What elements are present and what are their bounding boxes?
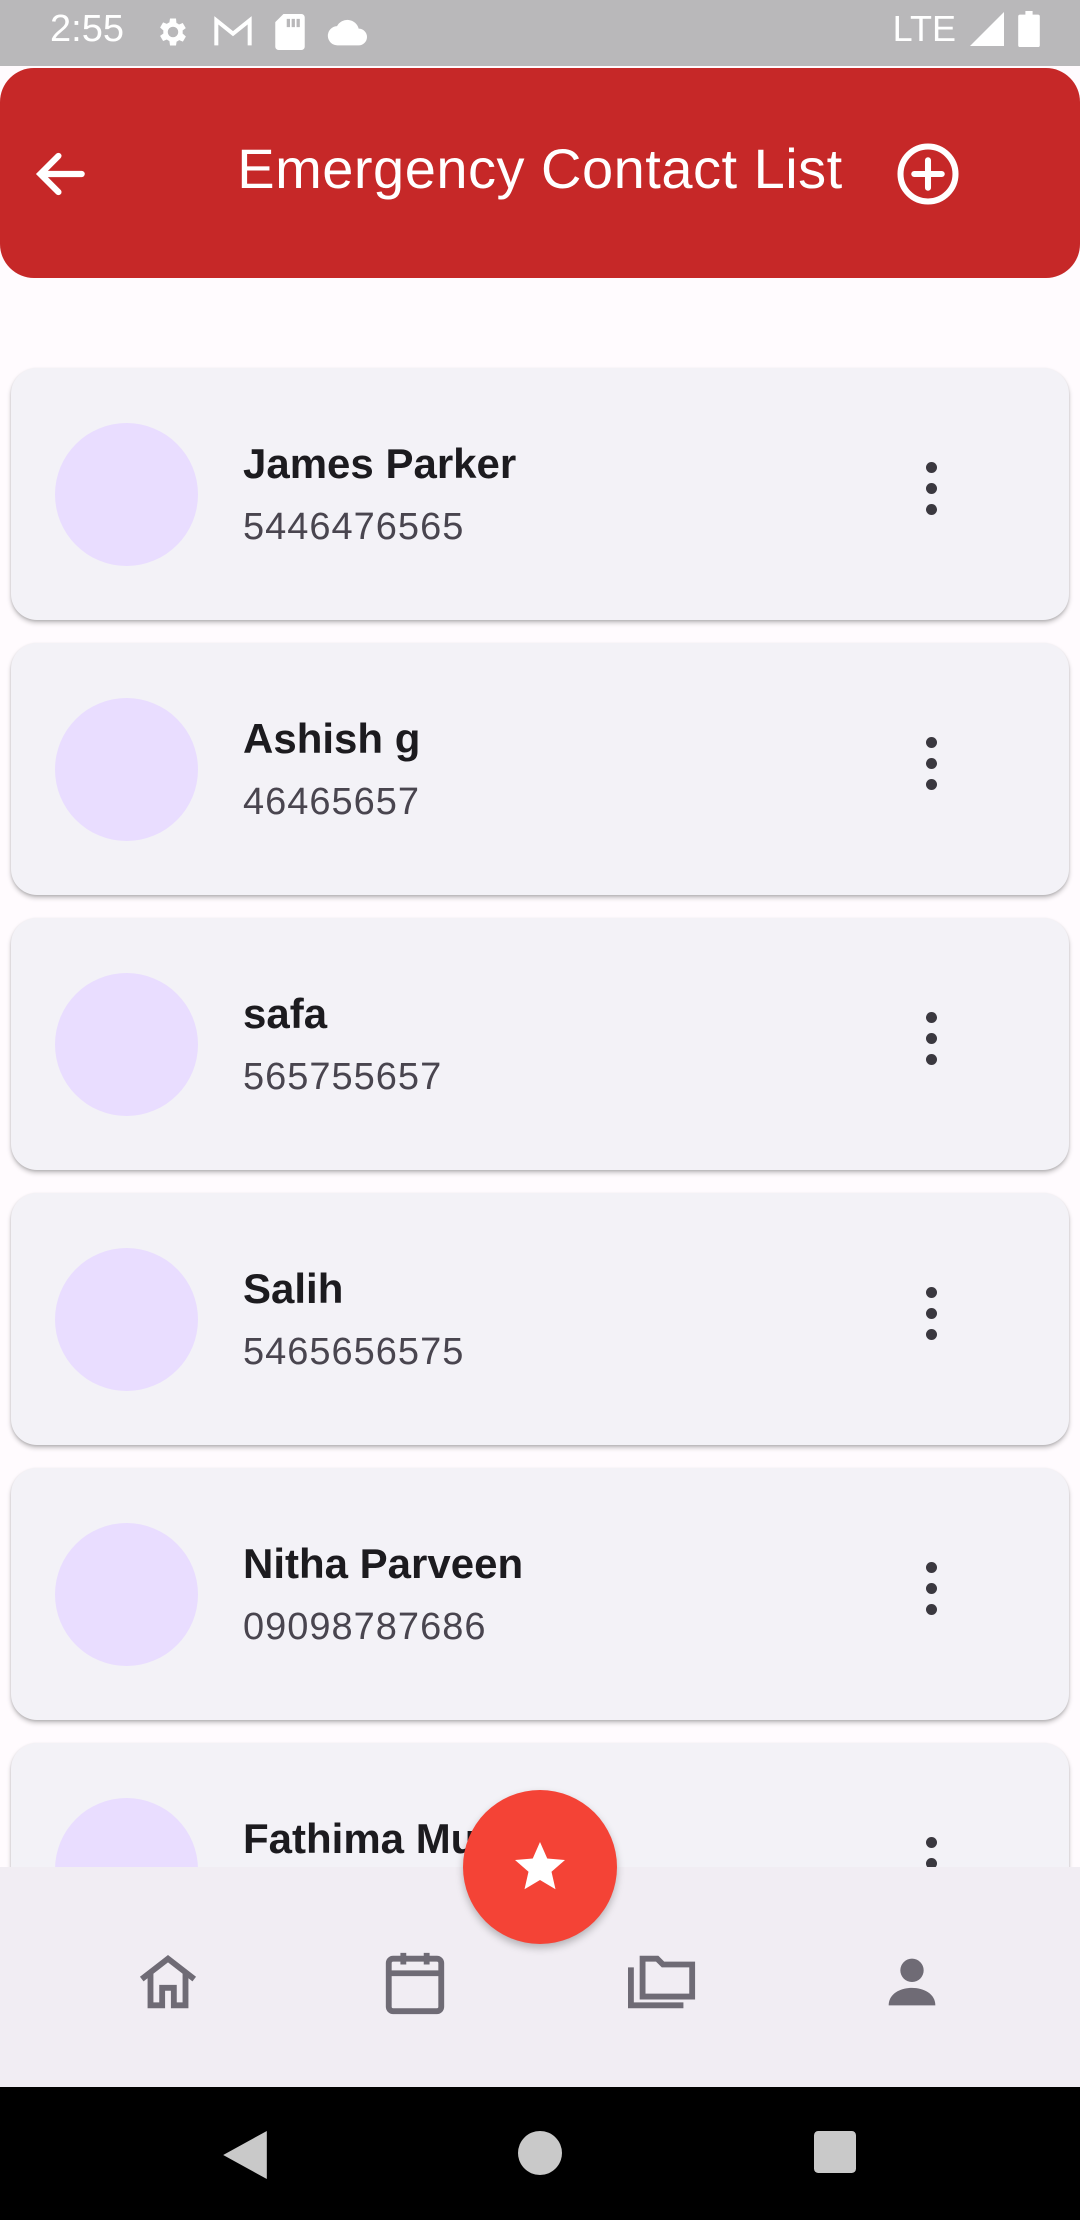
contact-list: James Parker 5446476565 Ashish g 4646565… [11,368,1069,2018]
calendar-icon[interactable] [380,1947,450,2017]
status-time: 2:55 [50,8,124,50]
avatar [55,1523,198,1666]
contact-name: James Parker [243,440,517,487]
folders-icon[interactable] [628,1947,698,2017]
home-circle-icon[interactable] [518,2131,562,2175]
contact-phone: 5446476565 [243,506,465,548]
sd-card-icon [275,14,305,50]
contact-name: Nitha Parveen [243,1540,524,1587]
more-vert-icon[interactable] [921,1012,941,1076]
more-vert-icon[interactable] [921,1287,941,1351]
more-vert-icon[interactable] [921,1562,941,1626]
more-vert-icon[interactable] [921,737,941,801]
star-icon [515,1842,565,1890]
cloud-icon [327,19,367,46]
avatar [55,698,198,841]
recents-icon[interactable] [814,2131,856,2173]
more-vert-icon[interactable] [921,462,941,526]
signal-icon [970,12,1004,46]
avatar [55,1248,198,1391]
contact-phone: 5465656575 [243,1331,465,1373]
contact-name: Salih [243,1265,344,1312]
battery-icon [1018,11,1040,47]
contact-name: safa [243,990,328,1037]
contact-card[interactable]: Salih 5465656575 [11,1193,1069,1445]
favorite-fab[interactable] [463,1790,617,1944]
add-circle-icon[interactable] [895,141,961,207]
contact-card[interactable]: Nitha Parveen 09098787686 [11,1468,1069,1720]
app-bar: Emergency Contact List [0,68,1080,278]
avatar [55,423,198,566]
person-icon[interactable] [877,1947,947,2017]
avatar [55,973,198,1116]
contact-card[interactable]: James Parker 5446476565 [11,368,1069,620]
home-icon[interactable] [133,1947,203,2017]
settings-icon [160,18,186,46]
contact-card[interactable]: safa 565755657 [11,918,1069,1170]
contact-phone: 565755657 [243,1056,443,1098]
status-bar: 2:55 LTE [0,0,1080,66]
back-icon[interactable] [222,2131,268,2179]
gmail-icon [214,16,252,46]
contact-card[interactable]: Ashish g 46465657 [11,643,1069,895]
contact-name: Ashish g [243,715,421,762]
system-navigation-bar [0,2087,1080,2220]
contact-phone: 46465657 [243,781,421,823]
network-type: LTE [892,8,956,49]
contact-phone: 09098787686 [243,1606,487,1648]
